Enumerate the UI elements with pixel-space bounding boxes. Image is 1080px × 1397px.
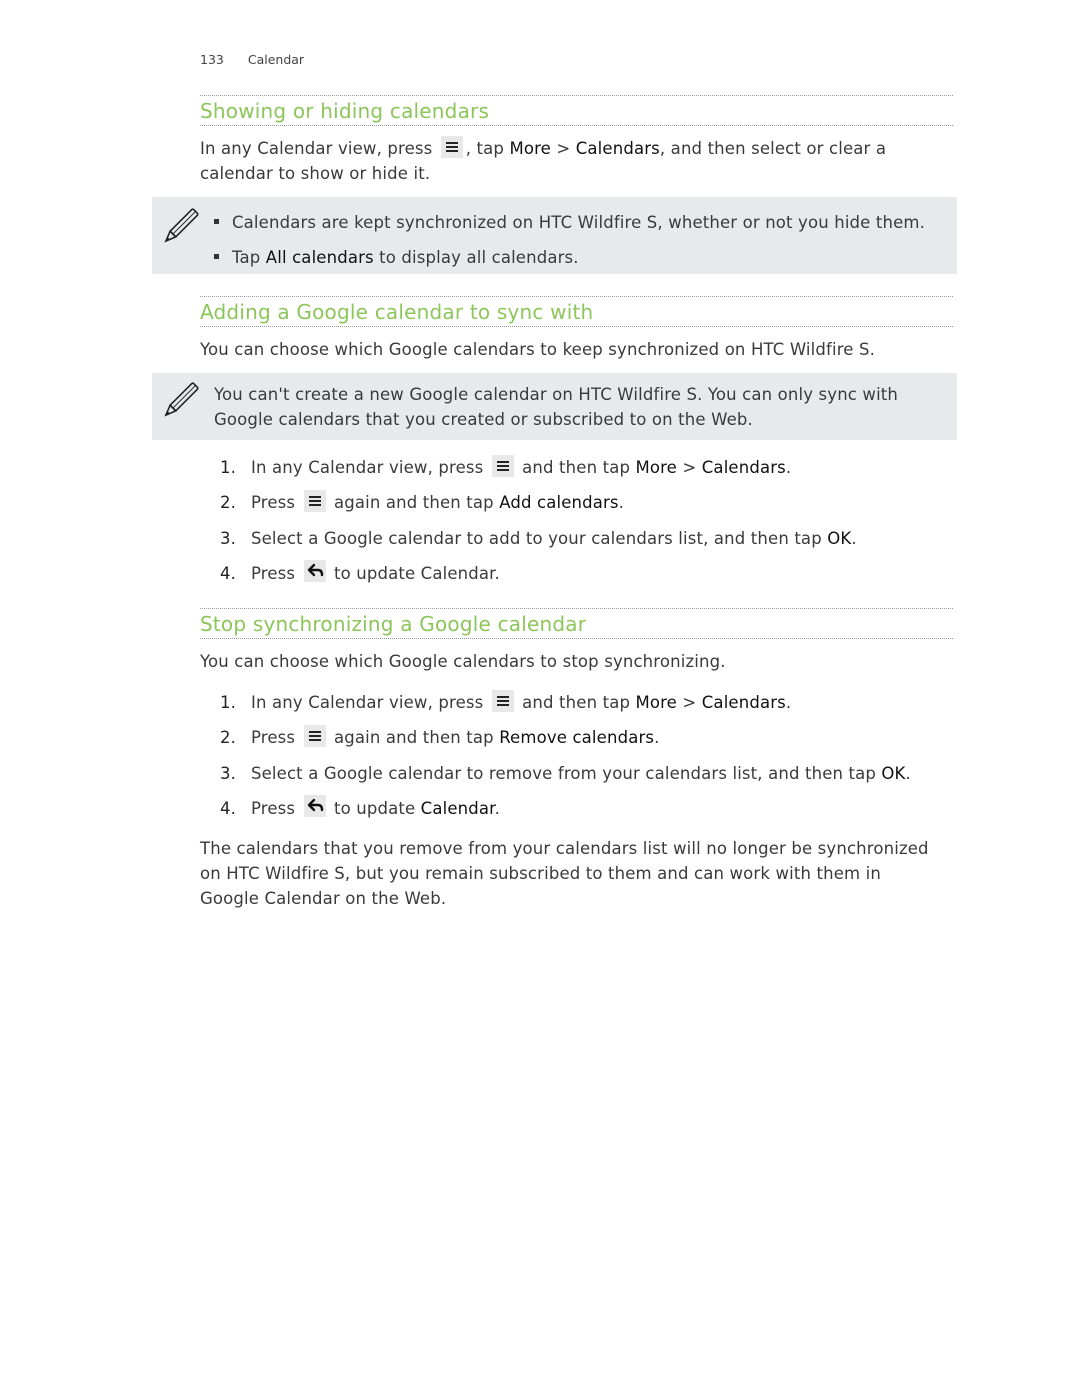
section-title-adding-google-calendar: Adding a Google calendar to sync with: [200, 296, 953, 327]
step-item: 3. Select a Google calendar to remove fro…: [220, 763, 911, 783]
pencil-note-icon: [164, 208, 199, 243]
step-item: 4. Press to update Calendar.: [220, 556, 857, 591]
menu-icon: [491, 689, 514, 712]
note-box-1: Calendars are kept synchronized on HTC W…: [152, 197, 957, 274]
section1-intro: In any Calendar view, press , tap More >…: [200, 135, 960, 186]
note-text: You can't create a new Google calendar o…: [214, 385, 899, 429]
bullet-icon: [214, 254, 219, 259]
add-calendar-steps: 1. In any Calendar view, press and then t…: [220, 450, 857, 591]
step-item: 1. In any Calendar view, press and then t…: [220, 685, 911, 720]
step-item: 3. Select a Google calendar to add to you…: [220, 528, 857, 548]
note-item: Tap All calendars to display all calenda…: [214, 240, 925, 275]
page-number: 133: [200, 52, 224, 67]
section-title-showing-hiding: Showing or hiding calendars: [200, 95, 953, 126]
menu-icon: [303, 724, 326, 747]
remove-calendar-steps: 1. In any Calendar view, press and then t…: [220, 685, 911, 826]
pencil-note-icon: [164, 382, 199, 417]
back-icon: [303, 795, 326, 818]
step-item: 2. Press again and then tap Add calendars…: [220, 485, 857, 520]
menu-icon: [491, 454, 514, 477]
section-title-stop-synchronizing: Stop synchronizing a Google calendar: [200, 608, 953, 639]
note-box-2: You can't create a new Google calendar o…: [152, 373, 957, 440]
step-item: 1. In any Calendar view, press and then t…: [220, 450, 857, 485]
menu-icon: [303, 489, 326, 512]
step-item: 2. Press again and then tap Remove calend…: [220, 720, 911, 755]
bullet-icon: [214, 219, 219, 224]
section3-intro: You can choose which Google calendars to…: [200, 652, 726, 671]
note-list: Calendars are kept synchronized on HTC W…: [214, 205, 925, 275]
page-header: 133 Calendar: [200, 52, 304, 67]
note-item: Calendars are kept synchronized on HTC W…: [214, 205, 925, 240]
menu-icon: [440, 135, 463, 158]
back-icon: [303, 560, 326, 583]
chapter-name: Calendar: [247, 52, 305, 67]
section2-intro: You can choose which Google calendars to…: [200, 340, 875, 359]
step-item: 4. Press to update Calendar.: [220, 791, 911, 826]
section3-outro: The calendars that you remove from your …: [200, 839, 929, 908]
